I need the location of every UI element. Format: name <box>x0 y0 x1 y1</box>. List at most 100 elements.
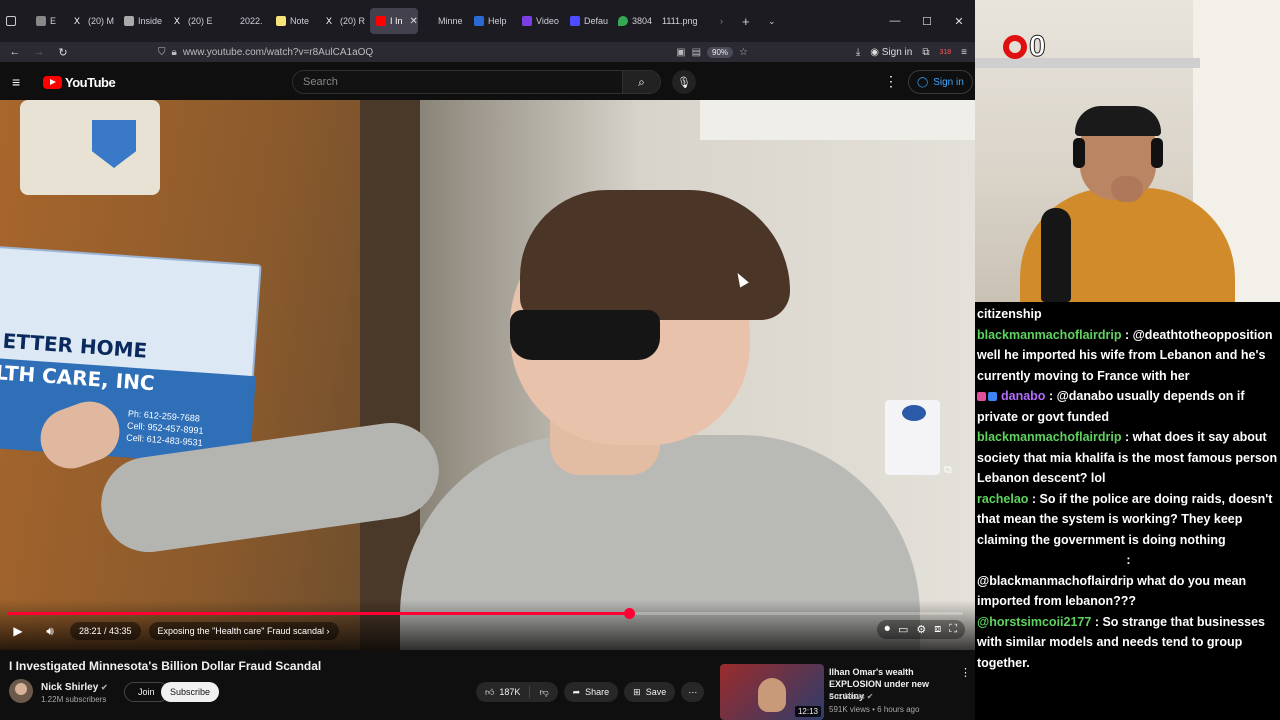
more-actions-icon[interactable]: ⋯ <box>681 682 705 702</box>
voice-search-icon[interactable]: 🎙︎ <box>672 70 696 94</box>
browser-tab[interactable]: 3804 <box>612 8 656 34</box>
download-icon[interactable]: ⤓ <box>856 47 860 58</box>
hamburger-menu-icon[interactable]: ≡ <box>12 74 20 90</box>
volume-icon[interactable]: 🔊︎ <box>34 624 66 639</box>
chapter-button[interactable]: Exposing the "Health care" Fraud scandal… <box>148 622 339 640</box>
subscriber-count: 1.22M subscribers <box>41 695 107 704</box>
chat-message: @horstsimcoii2177 : So strange that busi… <box>977 614 1265 670</box>
play-icon[interactable]: ▶ <box>2 624 34 638</box>
progress-bar[interactable] <box>8 608 963 619</box>
browser-window: E X (20) M Inside X (20) E 2022. Note X (20… <box>0 0 975 720</box>
tab-strip: E X (20) M Inside X (20) E 2022. Note X (20… <box>0 0 975 42</box>
fullscreen-icon[interactable]: ⛶ <box>949 623 957 636</box>
sunglasses <box>510 310 660 360</box>
player-right-controls: ⏺ ▭ ⚙ ⧈ ⛶ <box>876 620 965 639</box>
browser-tab[interactable]: E <box>30 8 68 34</box>
browser-tab[interactable]: X (20) M <box>68 8 118 34</box>
bookmark-star-icon[interactable]: ☆ <box>739 47 748 58</box>
tab-overview-icon[interactable] <box>0 8 30 34</box>
extensions-icon[interactable]: ⧉ <box>922 47 929 58</box>
screen: E X (20) M Inside X (20) E 2022. Note X (20… <box>0 0 1280 720</box>
stream-overlay: 0 citizenship blackmanmachoflairdrip : @… <box>975 0 1280 720</box>
recommended-more-icon[interactable]: ⋮ <box>960 666 971 679</box>
browser-tab[interactable]: 2022. <box>220 8 270 34</box>
browser-tab[interactable]: Help <box>468 8 516 34</box>
reader-view-icon[interactable]: ▤ <box>692 47 701 58</box>
browser-tab[interactable]: Inside <box>118 8 168 34</box>
browser-tab[interactable]: Minne <box>418 8 468 34</box>
browser-tab[interactable]: X (20) R <box>320 8 370 34</box>
more-options-icon[interactable]: ⋮ <box>884 73 898 90</box>
reload-icon[interactable]: ↻ <box>51 46 75 59</box>
share-button[interactable]: ➦ Share <box>563 682 619 702</box>
browser-tab[interactable]: Defau <box>564 8 612 34</box>
webcam-feed: 0 <box>975 0 1280 302</box>
tab-favicon-icon <box>226 16 236 26</box>
browser-menu-icon[interactable]: ≡ <box>961 47 967 58</box>
recommended-video[interactable]: 12:13 Ilhan Omar's wealth EXPLOSION unde… <box>720 664 971 720</box>
youtube-sign-in-button[interactable]: ◯ Sign in <box>908 70 973 94</box>
dislike-button[interactable]: 👎︎ <box>530 682 557 702</box>
avatar[interactable] <box>9 679 33 703</box>
browser-tab-active[interactable]: I In ✕ <box>370 8 418 34</box>
chat-username[interactable]: danabo <box>1001 389 1045 403</box>
save-button[interactable]: ⊞ Save <box>624 682 676 702</box>
autoplay-toggle-icon[interactable]: ⏺ <box>885 623 891 636</box>
subscribe-button[interactable]: Subscribe <box>161 682 220 702</box>
tab-list-icon[interactable]: ⌄ <box>762 8 788 34</box>
channel-name[interactable]: Nick Shirley ✔ <box>41 682 108 693</box>
back-icon[interactable]: ← <box>3 46 27 58</box>
video-editor-icon <box>522 16 532 26</box>
forward-icon[interactable]: → <box>27 46 51 58</box>
picture-in-picture-icon[interactable]: ▣ <box>676 47 685 58</box>
x-logo-icon: X <box>74 16 81 26</box>
url-bar[interactable]: ⛉ 🔒︎ www.youtube.com/watch?v=r8AulCA1aOQ… <box>158 42 748 62</box>
close-window-icon[interactable]: ✕ <box>943 15 975 28</box>
miniplayer-corner-icon[interactable]: ⧉ <box>944 464 952 477</box>
close-icon[interactable]: ✕ <box>410 16 418 27</box>
like-button[interactable]: 👍︎ 187K <box>476 682 529 702</box>
youtube-play-icon <box>43 76 62 89</box>
miniplayer-icon[interactable]: ⧈ <box>934 623 941 636</box>
user-circle-icon: ◯ <box>917 76 929 88</box>
like-dislike-group: 👍︎ 187K 👎︎ <box>476 682 558 702</box>
chat-feed: citizenship blackmanmachoflairdrip : @de… <box>977 304 1280 673</box>
search-box: ⌕ <box>292 70 661 94</box>
minimize-icon[interactable]: — <box>879 15 911 27</box>
settings-gear-icon[interactable]: ⚙ <box>916 623 926 636</box>
recommended-thumbnail[interactable]: 12:13 <box>720 664 824 720</box>
stream-counter: 0 <box>1003 30 1046 64</box>
maximize-icon[interactable]: ☐ <box>911 15 943 28</box>
search-input[interactable] <box>293 71 622 93</box>
chat-username[interactable]: blackmanmachoflairdrip <box>977 328 1122 342</box>
tab-scroll-right-icon[interactable]: › <box>714 8 736 34</box>
browser-tab[interactable]: Note <box>270 8 320 34</box>
duration-badge: 12:13 <box>794 706 821 717</box>
chat-message: @blackmanmachoflairdrip what do you mean… <box>977 573 1247 609</box>
chat-message: : <box>1126 553 1131 567</box>
share-icon: ➦ <box>572 686 581 697</box>
scrubber-handle[interactable] <box>623 608 635 619</box>
chat-username[interactable]: @horstsimcoii2177 <box>977 615 1091 629</box>
thumbs-down-icon: 👎︎ <box>539 686 549 697</box>
search-icon[interactable]: ⌕ <box>622 71 660 93</box>
verified-icon: ✔ <box>101 683 108 692</box>
chat-message: blackmanmachoflairdrip : what does it sa… <box>977 430 1278 485</box>
chat-message: citizenship <box>977 307 1042 321</box>
browser-tab[interactable]: 1111.png <box>656 8 714 34</box>
zoom-level[interactable]: 90% <box>707 46 734 58</box>
captions-icon[interactable]: ▭ <box>898 623 908 636</box>
url-text[interactable]: www.youtube.com/watch?v=r8AulCA1aOQ <box>183 47 670 58</box>
presenter <box>32 190 920 650</box>
browser-tab[interactable]: Video <box>516 8 564 34</box>
browser-tab[interactable]: X (20) E <box>168 8 220 34</box>
window-controls: — ☐ ✕ <box>879 0 975 42</box>
extension-badge[interactable]: 318 <box>939 49 951 56</box>
youtube-logo[interactable]: YouTube <box>43 75 116 90</box>
video-player[interactable]: ETTER HOME LTH CARE, INC Ph: 612-259-768… <box>0 100 975 650</box>
youtube-header: ≡ YouTube ⌕ 🎙︎ ⋮ ◯ Sign in <box>0 64 975 100</box>
chat-username[interactable]: blackmanmachoflairdrip <box>977 430 1122 444</box>
account-button[interactable]: ◉ Sign in <box>870 47 912 58</box>
new-tab-icon[interactable]: + <box>736 8 762 34</box>
chat-username[interactable]: rachelao <box>977 492 1028 506</box>
